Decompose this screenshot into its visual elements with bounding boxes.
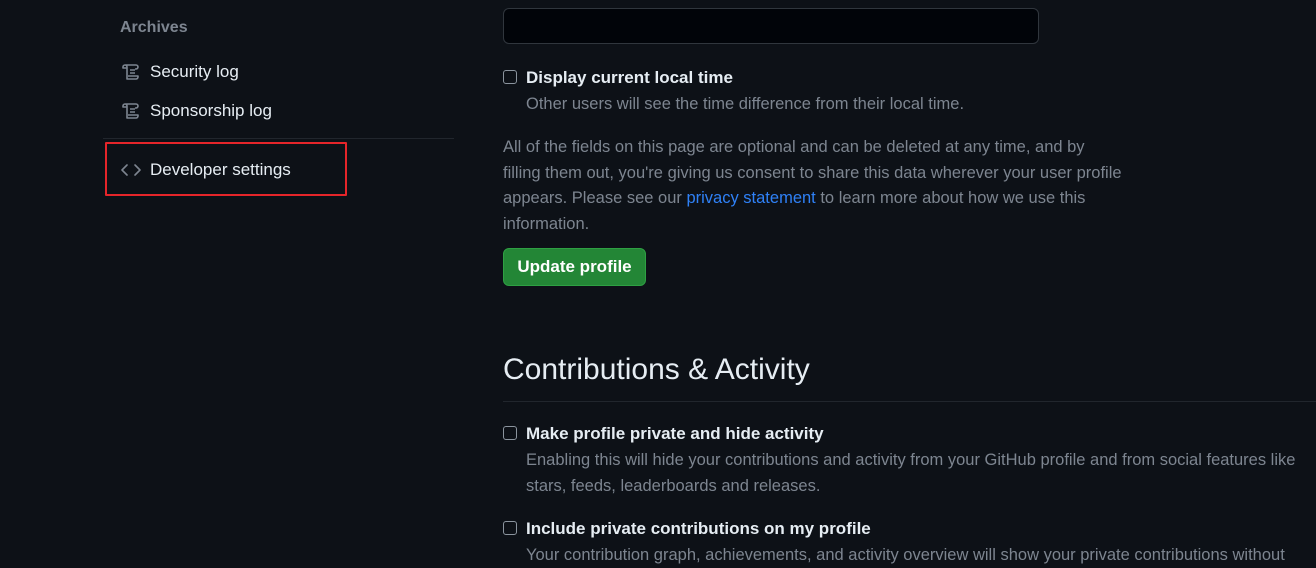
contributions-section-title: Contributions & Activity <box>503 353 810 386</box>
sidebar-item-label: Security log <box>150 62 239 81</box>
local-time-option: Display current local time Other users w… <box>503 68 964 117</box>
update-profile-button[interactable]: Update profile <box>503 248 646 286</box>
sidebar-item-sponsorship-log[interactable]: Sponsorship log <box>120 98 272 124</box>
private-contributions-description: Your contribution graph, achievements, a… <box>526 546 1285 564</box>
private-profile-checkbox[interactable] <box>503 426 517 440</box>
private-profile-description-line1: Enabling this will hide your contributio… <box>526 451 1296 469</box>
sidebar-heading-archives: Archives <box>120 19 188 36</box>
local-time-description: Other users will see the time difference… <box>526 95 965 113</box>
section-divider <box>503 401 1316 402</box>
private-profile-label: Make profile private and hide activity <box>526 424 824 443</box>
privacy-statement-link[interactable]: privacy statement <box>686 189 815 207</box>
private-contributions-checkbox[interactable] <box>503 521 517 535</box>
private-contributions-option: Include private contributions on my prof… <box>503 519 1285 568</box>
log-icon <box>120 61 142 83</box>
private-contributions-label: Include private contributions on my prof… <box>526 519 871 538</box>
sidebar-item-label: Sponsorship log <box>150 101 272 120</box>
profile-text-field[interactable] <box>503 8 1039 44</box>
sidebar-item-security-log[interactable]: Security log <box>120 59 239 85</box>
log-icon <box>120 100 142 122</box>
local-time-label: Display current local time <box>526 68 733 87</box>
private-profile-description-line2: stars, feeds, leaderboards and releases. <box>526 477 821 495</box>
sidebar-divider <box>103 138 454 139</box>
highlight-annotation-box <box>105 142 347 196</box>
optional-fields-notice: All of the fields on this page are optio… <box>503 135 1123 237</box>
settings-page: Archives Security log Sponsorship log De <box>0 0 1316 568</box>
local-time-checkbox[interactable] <box>503 70 517 84</box>
private-profile-option: Make profile private and hide activity E… <box>503 424 1295 499</box>
